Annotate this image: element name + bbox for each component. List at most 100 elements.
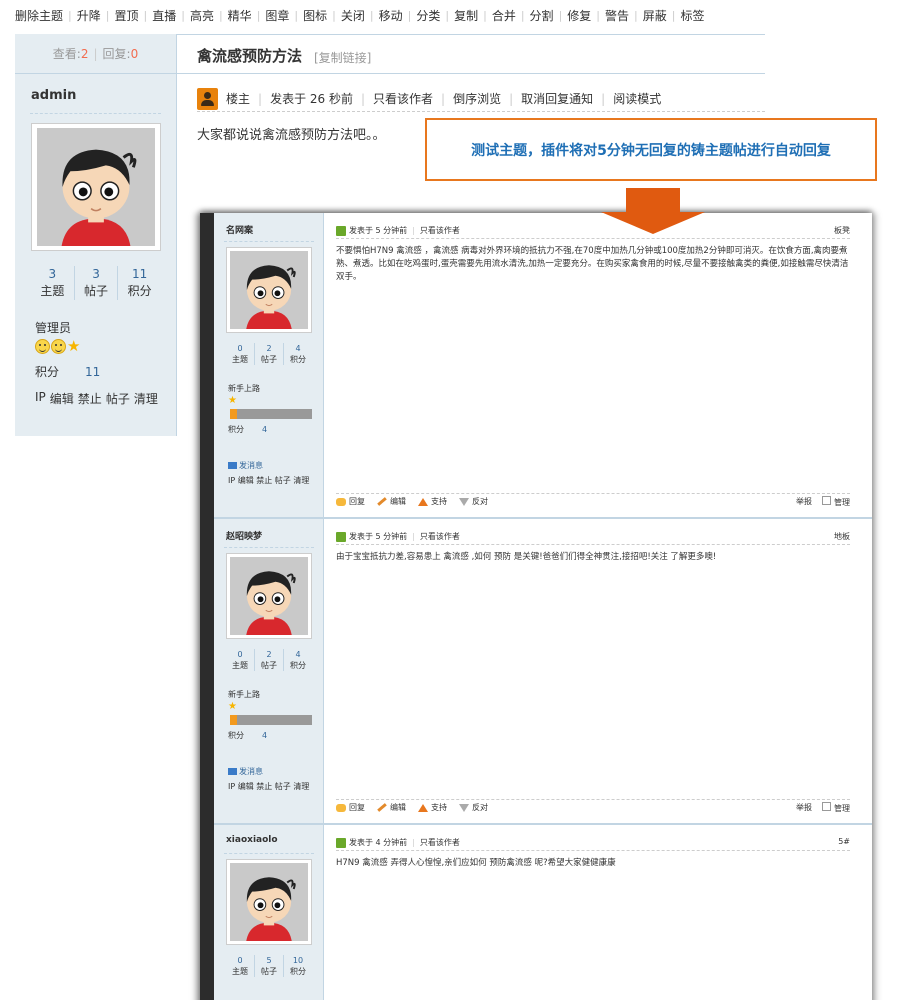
toolbar-item[interactable]: 图标	[298, 7, 332, 24]
toolbar-item[interactable]: 移动	[374, 7, 408, 24]
manage-checkbox[interactable]: 管理	[822, 801, 850, 814]
manage-checkbox[interactable]: 管理	[822, 495, 850, 508]
envelope-icon	[228, 462, 237, 469]
reverse-order-link[interactable]: 倒序浏览	[445, 90, 509, 107]
admin-links: IP 编辑 禁止 帖子 清理	[35, 390, 158, 407]
send-message-link[interactable]: 发消息	[228, 766, 263, 777]
report-link[interactable]: 举报	[796, 802, 812, 813]
toolbar-item[interactable]: 修复	[562, 7, 596, 24]
avatar[interactable]	[226, 553, 312, 639]
toolbar-item[interactable]: 图章	[260, 7, 294, 24]
user-group[interactable]: 新手上路	[228, 383, 260, 394]
toolbar-item[interactable]: 标签	[675, 7, 709, 24]
avatar[interactable]	[226, 859, 312, 945]
reply-post: 名网案 0 主题 2 帖子 4 积分 新手上路 ★ 积分 4 发消息 IP 编辑 禁止 …	[214, 213, 872, 519]
reply-post: 赵昭映梦 0 主题 2 帖子 4 积分 新手上路 ★ 积分 4 发消息 IP 编辑 禁止…	[214, 519, 872, 825]
reply-author-name[interactable]: 名网案	[226, 223, 253, 236]
admin-links[interactable]: IP 编辑 禁止 帖子 清理	[228, 781, 309, 792]
floor-label[interactable]: 地板	[834, 531, 850, 542]
avatar-image	[230, 557, 308, 635]
points: 积分 4	[228, 425, 268, 434]
reply-post: xiaoxiaolo 0 主题 5 帖子 10 积分 发表于 4 分钟前 | 只看该作…	[214, 825, 872, 1000]
user-group[interactable]: 管理员	[35, 319, 71, 336]
floor-label[interactable]: 板凳	[834, 225, 850, 236]
support-button[interactable]: 支持	[418, 802, 447, 813]
embedded-screenshot: 名网案 0 主题 2 帖子 4 积分 新手上路 ★ 积分 4 发消息 IP 编辑 禁止 …	[200, 213, 872, 1000]
oppose-button[interactable]: 反对	[459, 802, 488, 813]
reply-content: H7N9 禽流感 弄得人心惶惶,亲们应如何 预防禽流感 呢?希望大家健健康康	[336, 858, 616, 868]
copy-link-button[interactable]: [复制链接]	[314, 49, 371, 66]
only-author-link[interactable]: 只看该作者	[365, 90, 441, 107]
admin-links[interactable]: IP 编辑 禁止 帖子 清理	[228, 475, 309, 486]
cancel-notify-link[interactable]: 取消回复通知	[513, 90, 601, 107]
toolbar-item[interactable]: 警告	[600, 7, 634, 24]
post-author-bar: 楼主 | 发表于 26 秒前 | 只看该作者 | 倒序浏览 | 取消回复通知 |…	[197, 86, 765, 112]
only-author-link[interactable]: 只看该作者	[420, 225, 460, 236]
pencil-icon	[377, 803, 387, 812]
admin-link[interactable]: 帖子	[106, 390, 130, 407]
reply-button[interactable]: 回复	[336, 802, 365, 813]
toolbar-item[interactable]: 复制	[449, 7, 483, 24]
envelope-icon	[228, 768, 237, 775]
oppose-button[interactable]: 反对	[459, 496, 488, 507]
author-name[interactable]: admin	[15, 74, 176, 109]
toolbar-item[interactable]: 分割	[525, 7, 559, 24]
toolbar-item[interactable]: 直播	[147, 7, 181, 24]
toolbar-item[interactable]: 删除主题	[10, 7, 68, 24]
thumb-up-icon	[418, 497, 428, 506]
reply-button[interactable]: 回复	[336, 496, 365, 507]
support-button[interactable]: 支持	[418, 496, 447, 507]
level-progress-bar	[230, 409, 312, 419]
post-content: 大家都说说禽流感预防方法吧。。	[197, 128, 386, 143]
star-icon: ★	[228, 395, 237, 406]
admin-link[interactable]: 编辑	[50, 390, 74, 407]
page-title: 禽流感预防方法	[197, 47, 303, 65]
author-sidebar: 查看: 2 | 回复: 0 admin 3 主题 3 帖子 11 积分 管理员 ★	[15, 34, 177, 436]
avatar[interactable]	[226, 247, 312, 333]
author-stats: 3 主题 3 帖子 11 积分	[31, 266, 161, 300]
edit-button[interactable]: 编辑	[377, 496, 406, 507]
read-mode-link[interactable]: 阅读模式	[605, 90, 669, 107]
smile-face-icon	[35, 339, 50, 354]
reply-author-stats: 0 主题 2 帖子 4 积分	[226, 343, 312, 365]
toolbar-item[interactable]: 关闭	[336, 7, 370, 24]
points: 积分 11	[35, 365, 101, 379]
toolbar-item[interactable]: 升降	[72, 7, 106, 24]
edit-button[interactable]: 编辑	[377, 802, 406, 813]
toolbar-item[interactable]: 合并	[487, 7, 521, 24]
avatar[interactable]	[31, 123, 161, 251]
thumb-down-icon	[459, 803, 469, 812]
admin-link[interactable]: 禁止	[78, 390, 102, 407]
star-icon: ★	[67, 337, 81, 355]
toolbar-item[interactable]: 置顶	[109, 7, 143, 24]
avatar-image	[37, 128, 155, 246]
report-link[interactable]: 举报	[796, 496, 812, 507]
rank-icons: ★	[35, 339, 80, 354]
admin-link[interactable]: IP	[35, 390, 46, 407]
calendar-icon	[336, 225, 346, 236]
toolbar-item[interactable]: 高亮	[185, 7, 219, 24]
post-time: 发表于 4 分钟前	[349, 838, 408, 847]
reply-author-sidebar: 名网案 0 主题 2 帖子 4 积分 新手上路 ★ 积分 4 发消息 IP 编辑 禁止 …	[214, 213, 324, 517]
only-author-link[interactable]: 只看该作者	[420, 837, 460, 848]
reply-author-name[interactable]: 赵昭映梦	[226, 529, 262, 542]
toolbar-item[interactable]: 屏蔽	[638, 7, 672, 24]
arrow-down-icon	[626, 188, 680, 212]
send-message-link[interactable]: 发消息	[228, 460, 263, 471]
calendar-icon	[336, 837, 346, 848]
only-author-link[interactable]: 只看该作者	[420, 531, 460, 542]
toolbar-item[interactable]: 精华	[223, 7, 257, 24]
floor-label[interactable]: 5#	[838, 837, 850, 846]
moderation-toolbar: 删除主题 | 升降 | 置顶 | 直播 | 高亮 | 精华 | 图章 | 图标 | 关闭 | 移动 | 分类 | 复制 | 合并…	[10, 6, 710, 24]
avatar-image	[230, 863, 308, 941]
arrow-down-icon	[601, 212, 705, 234]
view-count: 2	[80, 46, 89, 61]
user-icon	[197, 87, 218, 110]
reply-author-name[interactable]: xiaoxiaolo	[226, 835, 278, 845]
reply-author-sidebar: 赵昭映梦 0 主题 2 帖子 4 积分 新手上路 ★ 积分 4 发消息 IP 编辑 禁止…	[214, 519, 324, 823]
calendar-icon	[336, 531, 346, 542]
toolbar-item[interactable]: 分类	[411, 7, 445, 24]
thumb-up-icon	[418, 803, 428, 812]
admin-link[interactable]: 清理	[134, 390, 158, 407]
user-group[interactable]: 新手上路	[228, 689, 260, 700]
